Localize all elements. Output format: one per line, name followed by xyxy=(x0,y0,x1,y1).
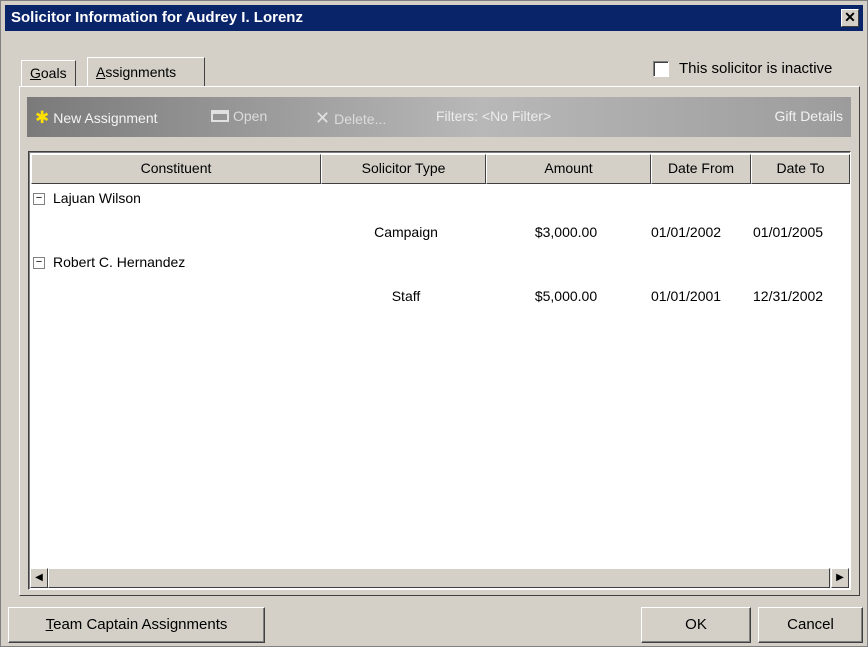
folder-icon xyxy=(211,110,229,122)
tab-goals-accel: G xyxy=(30,65,41,81)
inactive-label: This solicitor is inactive xyxy=(679,60,833,77)
scrollbar-thumb[interactable] xyxy=(48,568,830,588)
table-row[interactable]: Staff $5,000.00 01/01/2001 12/31/2002 xyxy=(31,280,850,312)
column-header-date-to[interactable]: Date To xyxy=(751,154,850,184)
open-button[interactable]: Open xyxy=(211,108,267,124)
title-bar[interactable]: Solicitor Information for Audrey I. Lore… xyxy=(5,5,863,31)
inactive-checkbox[interactable] xyxy=(653,60,669,77)
date-from-cell: 01/01/2002 xyxy=(651,224,722,240)
solicitor-type-cell: Campaign xyxy=(374,224,438,240)
team-captain-assignments-button[interactable]: Team Captain Assignments xyxy=(8,607,265,643)
amount-cell: $3,000.00 xyxy=(534,224,598,240)
column-header-constituent[interactable]: Constituent xyxy=(31,154,321,184)
tab-assignments-accel: A xyxy=(96,64,106,80)
column-header-solicitor-type[interactable]: Solicitor Type xyxy=(321,154,486,184)
delete-label: Delete... xyxy=(334,110,387,127)
gift-details-label: Gift Details xyxy=(774,108,843,124)
new-assignment-label: New Assignment xyxy=(53,110,158,126)
collapse-toggle[interactable]: − xyxy=(33,257,45,269)
constituent-name: Robert C. Hernandez xyxy=(53,254,186,270)
new-assignment-button[interactable]: ✱ New Assignment xyxy=(35,108,158,128)
date-to-cell: 12/31/2002 xyxy=(753,288,824,304)
solicitor-dialog: Solicitor Information for Audrey I. Lore… xyxy=(0,0,868,647)
horizontal-scrollbar[interactable]: ◀ ▶ xyxy=(30,568,849,588)
date-to-cell: 01/01/2005 xyxy=(753,224,824,240)
gift-details-button[interactable]: Gift Details xyxy=(775,108,843,124)
inactive-option[interactable]: This solicitor is inactive xyxy=(653,60,832,77)
new-document-icon: ✱ xyxy=(35,108,50,127)
tab-assignments-label: ssignments xyxy=(105,64,177,80)
column-header-amount[interactable]: Amount xyxy=(486,154,651,184)
window-title: Solicitor Information for Audrey I. Lore… xyxy=(11,9,303,26)
solicitor-type-cell: Staff xyxy=(391,288,421,304)
tab-assignments[interactable]: Assignments xyxy=(87,57,205,87)
column-header-date-from[interactable]: Date From xyxy=(651,154,751,184)
collapse-toggle[interactable]: − xyxy=(33,193,45,205)
ok-button[interactable]: OK xyxy=(641,607,751,643)
open-label: Open xyxy=(233,108,268,124)
assignments-grid[interactable]: Constituent Solicitor Type Amount Date F… xyxy=(28,151,851,590)
tab-goals-label: oals xyxy=(40,65,67,81)
team-captain-accel: T xyxy=(45,616,54,633)
scroll-right-arrow-icon[interactable]: ▶ xyxy=(831,568,849,588)
group-row[interactable]: − Robert C. Hernandez xyxy=(31,248,850,280)
group-row[interactable]: − Lajuan Wilson xyxy=(31,184,850,216)
delete-x-icon: ✕ xyxy=(315,108,331,128)
date-from-cell: 01/01/2001 xyxy=(651,288,722,304)
filters-label: Filters: <No Filter> xyxy=(436,108,552,124)
close-button[interactable]: ✕ xyxy=(841,9,859,27)
team-captain-label: eam Captain Assignments xyxy=(53,616,228,633)
filters-button[interactable]: Filters: <No Filter> xyxy=(436,108,551,124)
tab-goals[interactable]: Goals xyxy=(21,60,76,87)
table-row[interactable]: Campaign $3,000.00 01/01/2002 01/01/2005 xyxy=(31,216,850,248)
cancel-button[interactable]: Cancel xyxy=(758,607,863,643)
amount-cell: $5,000.00 xyxy=(534,288,598,304)
delete-button[interactable]: ✕ Delete... xyxy=(315,108,386,129)
constituent-name: Lajuan Wilson xyxy=(53,190,141,206)
scroll-left-arrow-icon[interactable]: ◀ xyxy=(30,568,48,588)
assignments-toolbar: ✱ New Assignment Open ✕ Delete... Filter… xyxy=(27,97,851,137)
